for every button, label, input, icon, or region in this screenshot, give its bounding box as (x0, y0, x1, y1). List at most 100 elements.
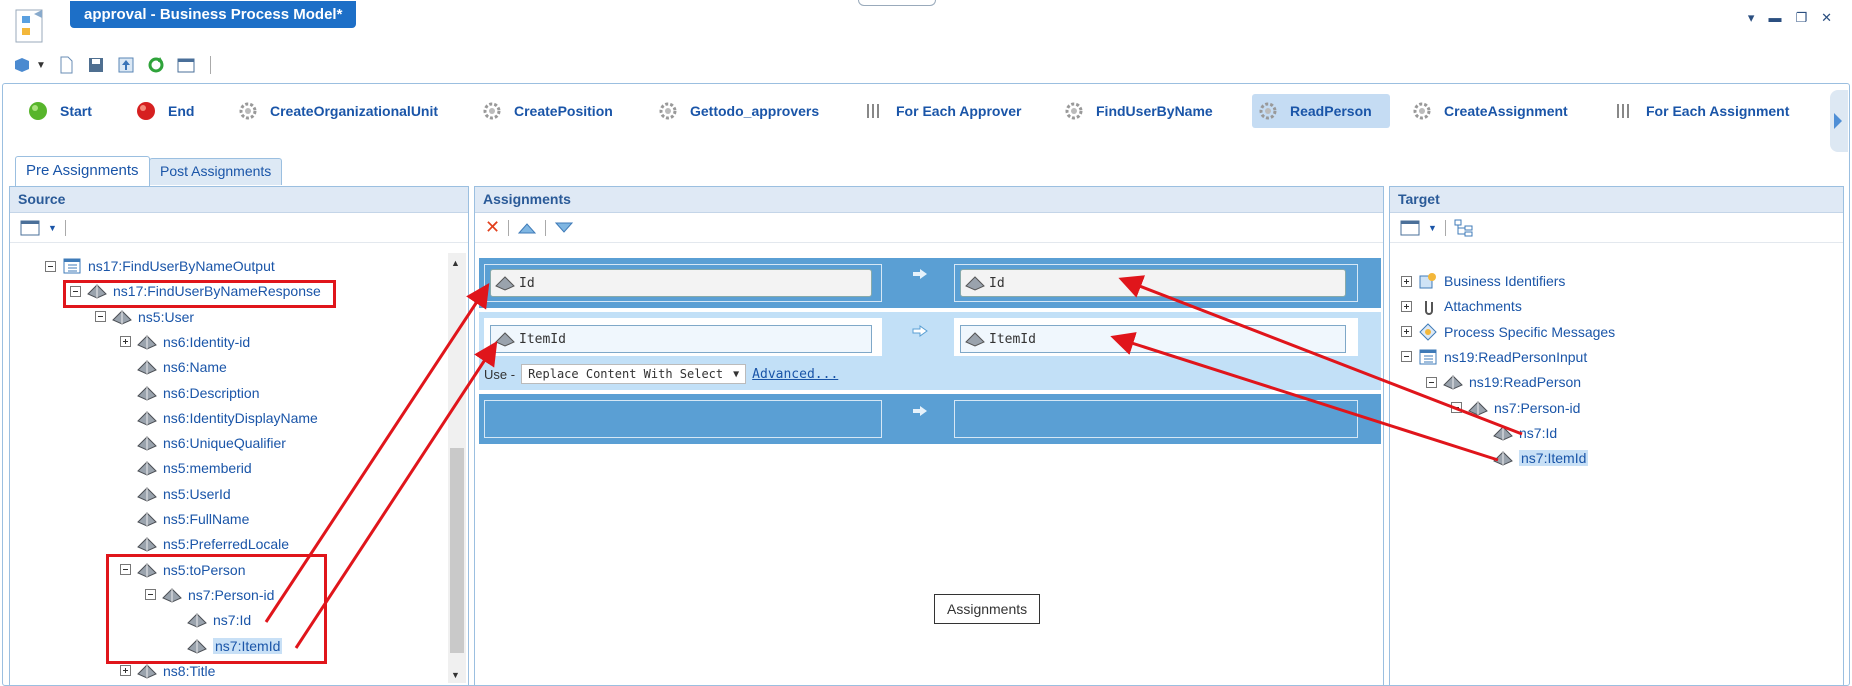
tree-node[interactable]: ns5:memberid (120, 459, 252, 477)
collapse-icon[interactable] (45, 260, 56, 272)
expand-icon[interactable] (1401, 326, 1412, 338)
chevron-down-icon[interactable]: ▼ (48, 223, 57, 233)
collapse-icon[interactable] (1401, 351, 1412, 363)
collapse-icon[interactable] (95, 311, 106, 323)
element-icon (1468, 400, 1488, 416)
tree-node[interactable]: ns6:Identity-id (120, 333, 250, 351)
palette-item-createposition[interactable]: CreatePosition (476, 94, 619, 128)
palette-item-start[interactable]: Start (22, 94, 98, 128)
expand-icon[interactable] (1401, 300, 1412, 312)
palette-item-finduserbyname[interactable]: FindUserByName (1058, 94, 1219, 128)
tree-node-label: ns6:Identity-id (163, 333, 251, 350)
tree-node[interactable]: Attachments (1401, 297, 1522, 316)
advanced-link[interactable]: Advanced... (752, 367, 838, 382)
toolbar-separator (209, 56, 211, 74)
element-icon (137, 461, 157, 476)
tree-node[interactable]: Process Specific Messages (1401, 322, 1616, 341)
publish-icon[interactable] (116, 55, 136, 75)
element-icon (112, 309, 132, 325)
palette-item-for-each-assignment[interactable]: For Each Assignment (1608, 94, 1795, 128)
tree-node[interactable]: ns17:FindUserByNameOutput (45, 257, 275, 275)
palette-scroll-right[interactable] (1830, 90, 1848, 152)
source-toolbar: ▼ (10, 213, 468, 243)
gear-icon (483, 102, 501, 120)
expand-icon[interactable] (120, 336, 131, 348)
source-slot[interactable] (484, 400, 882, 438)
view-icon[interactable] (20, 220, 40, 236)
tree-node[interactable]: ns7:Person-id (1451, 399, 1580, 417)
collapse-icon[interactable] (1451, 402, 1462, 413)
expand-icon[interactable] (1401, 275, 1412, 287)
gear-icon (659, 102, 677, 120)
target-slot[interactable] (954, 400, 1358, 438)
palette-item-createassignment[interactable]: CreateAssignment (1406, 94, 1574, 128)
use-mode-select[interactable]: Replace Content With Select ▼ (521, 364, 747, 384)
tree-node[interactable]: ns5:PreferredLocale (120, 535, 289, 553)
hierarchy-icon[interactable] (1454, 219, 1474, 237)
tree-node[interactable]: ns6:IdentityDisplayName (120, 409, 318, 427)
source-field[interactable]: Id (490, 269, 872, 297)
element-icon (137, 385, 157, 401)
target-field[interactable]: ItemId (960, 325, 1346, 353)
layout-icon[interactable] (176, 55, 196, 75)
new-document-icon[interactable] (56, 55, 76, 75)
annotation-box (63, 280, 336, 308)
refresh-icon[interactable] (146, 55, 166, 75)
tree-node-label: ns19:ReadPersonInput (1444, 348, 1588, 365)
palette-item-gettodo-approvers[interactable]: Gettodo_approvers (652, 94, 825, 128)
tree-node[interactable]: ns6:UniqueQualifier (120, 434, 286, 452)
scroll-down-icon[interactable]: ▼ (451, 670, 460, 680)
palette-item-createorganizationalunit[interactable]: CreateOrganizationalUnit (232, 94, 444, 128)
collapse-icon[interactable] (1426, 376, 1437, 388)
arrow-right-icon (912, 325, 928, 337)
scroll-up-icon[interactable]: ▲ (451, 258, 460, 268)
chevron-down-icon[interactable]: ▼ (36, 60, 46, 71)
tree-node[interactable]: ns8:Title (120, 662, 215, 680)
element-icon (495, 276, 515, 291)
use-label: Use - (484, 366, 516, 382)
restore-icon[interactable]: ❐ (1795, 10, 1807, 26)
tree-node[interactable]: ns5:UserId (120, 485, 231, 503)
move-up-icon[interactable] (517, 221, 537, 235)
tree-node[interactable]: ns19:ReadPersonInput (1401, 348, 1587, 366)
element-icon (965, 276, 985, 291)
model-icon[interactable] (12, 55, 32, 75)
tree-node-label: Process Specific Messages (1444, 323, 1616, 340)
table-icon (1419, 349, 1437, 365)
collapse-handle[interactable] (858, 0, 936, 6)
tree-node[interactable]: ns19:ReadPerson (1426, 373, 1581, 391)
palette-item-for-each-approver[interactable]: For Each Approver (858, 94, 1028, 128)
dropdown-icon[interactable]: ▾ (1748, 10, 1755, 26)
chevron-down-icon[interactable]: ▼ (1428, 223, 1437, 233)
expand-icon[interactable] (120, 665, 131, 677)
toolbar: ▼ (12, 52, 211, 78)
source-field[interactable]: ItemId (490, 325, 872, 353)
toolbar-separator (64, 219, 66, 236)
delete-icon[interactable]: ✕ (485, 217, 500, 238)
tab-pre-assignments[interactable]: Pre Assignments (15, 156, 150, 187)
tree-node-label: ns5:User (138, 308, 195, 325)
tree-node-label: ns17:FindUserByNameOutput (88, 258, 275, 274)
tree-node[interactable]: ns6:Name (120, 358, 227, 376)
tree-node[interactable]: ns5:User (95, 308, 194, 326)
target-field[interactable]: Id (960, 269, 1346, 297)
tree-node-label: ns5:memberid (163, 460, 252, 477)
minimize-icon[interactable]: ▬ (1768, 10, 1781, 26)
tree-node[interactable]: ns7:Id (1476, 424, 1557, 442)
move-down-icon[interactable] (554, 221, 574, 235)
close-icon[interactable]: ✕ (1821, 10, 1832, 26)
tree-node[interactable]: Business Identifiers (1401, 272, 1565, 290)
element-icon (137, 411, 157, 426)
save-icon[interactable] (86, 55, 106, 75)
palette-item-end[interactable]: End (130, 94, 200, 128)
tree-node-label: ns5:UserId (163, 485, 231, 502)
palette-item-readperson[interactable]: ReadPerson (1252, 94, 1390, 128)
message-icon (1419, 322, 1437, 341)
source-scroll-thumb[interactable] (450, 448, 464, 653)
tree-node[interactable]: ns5:FullName (120, 510, 249, 528)
tree-node[interactable]: ns6:Description (120, 384, 260, 402)
element-icon (1493, 426, 1513, 441)
view-icon[interactable] (1400, 220, 1420, 236)
tree-node[interactable]: ns7:ItemId (1476, 449, 1589, 467)
tab-post-assignments[interactable]: Post Assignments (149, 158, 283, 185)
